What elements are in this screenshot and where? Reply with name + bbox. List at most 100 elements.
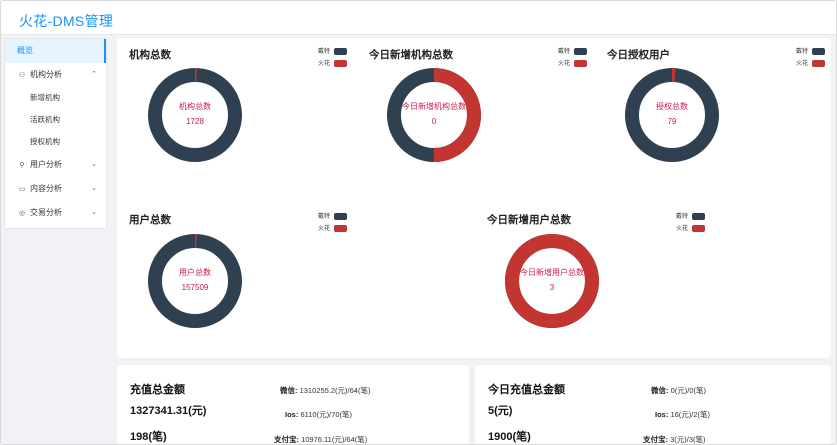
- donut-center-value: 79: [667, 117, 677, 126]
- legend-label: 火花: [317, 226, 330, 233]
- donut-charts-card: 机构总数 戴特 火花 机构总数 1728 今日新增机构总数 戴特 火花 今日新增…: [117, 38, 831, 358]
- today-amount: 5(元): [488, 405, 513, 417]
- app-title[interactable]: 火花-DMS管理: [19, 11, 113, 31]
- alipay-label: 支付宝:: [643, 435, 668, 444]
- donut-chart[interactable]: [384, 65, 484, 165]
- total-amount: 1327341.31(元): [130, 405, 207, 417]
- donut-center-label: 今日新增用户总数: [520, 268, 584, 277]
- alipay-line: 支付宝: 10976.11(元)/64(笔): [274, 434, 368, 444]
- legend-swatch: [334, 60, 347, 67]
- sidebar-item-user-analysis[interactable]: ⚲ 用户分析 ⌄: [5, 153, 106, 177]
- sidebar-item-trade-analysis[interactable]: ◎ 交易分析 ⌄: [5, 201, 106, 225]
- donut-panel-org-total: 机构总数 戴特 火花 机构总数 1728: [117, 38, 357, 198]
- sidebar-subitem-active-orgs[interactable]: 活跃机构: [5, 109, 106, 131]
- donut-center-label: 今日新增机构总数: [402, 102, 466, 111]
- sidebar-item-label: 机构分析: [30, 70, 62, 79]
- legend-swatch: [334, 225, 347, 232]
- ios-label: Ios:: [285, 410, 299, 419]
- alipay-value: 10976.11(元)/64(笔): [301, 435, 368, 444]
- legend-label: 戴特: [795, 49, 808, 56]
- wechat-line: 微信: 1310255.2(元)/64(笔): [280, 385, 370, 396]
- donut-slice-a[interactable]: [148, 68, 242, 162]
- user-icon: ⚲: [19, 162, 25, 169]
- donut-center-label: 机构总数: [179, 102, 211, 111]
- donut-chart[interactable]: [502, 231, 602, 331]
- legend-item-a[interactable]: 戴特: [695, 48, 825, 60]
- chevron-down-icon: ⌄: [91, 185, 97, 192]
- total-count: 198(笔): [130, 431, 167, 443]
- donut-center-label: 授权总数: [656, 102, 688, 111]
- legend-item-a[interactable]: 戴特: [217, 213, 347, 225]
- panel-title: 今日授权用户: [607, 49, 670, 61]
- sidebar-item-org-analysis[interactable]: ⚇ 机构分析 ⌃: [5, 63, 106, 87]
- wechat-value: 0(元)/0(笔): [670, 386, 707, 395]
- legend-label: 火花: [317, 61, 330, 68]
- legend-item-a[interactable]: 戴特: [457, 48, 587, 60]
- legend-swatch: [692, 225, 705, 232]
- donut-slice-b[interactable]: [505, 234, 599, 328]
- alipay-value: 3(元)/3(笔): [670, 435, 706, 444]
- top-header: 火花-DMS管理: [1, 1, 836, 35]
- panel-title: 用户总数: [129, 214, 171, 226]
- panel-title: 机构总数: [129, 49, 171, 61]
- ios-line: Ios: 16(元)/2(笔): [655, 409, 710, 420]
- legend-label: 戴特: [317, 214, 330, 221]
- donut-center-value: 3: [549, 283, 555, 292]
- donut-panel-today-authorized-users: 今日授权用户 戴特 火花 授权总数 79: [595, 38, 835, 198]
- donut-panel-today-new-users: 今日新增用户总数 戴特 火花 今日新增用户总数 3: [475, 203, 715, 363]
- legend-swatch: [574, 48, 587, 55]
- ios-value: 16(元)/2(笔): [670, 410, 711, 419]
- wechat-line: 微信: 0(元)/0(笔): [651, 385, 706, 396]
- org-icon: ⚇: [18, 72, 26, 79]
- donut-chart[interactable]: [145, 231, 245, 331]
- coin-icon: ◎: [18, 210, 26, 217]
- alipay-label: 支付宝:: [274, 435, 299, 444]
- sidebar-menu: 概览 ⚇ 机构分析 ⌃ 新增机构 活跃机构 授权机构 ⚲ 用户分析 ⌄ ▭ 内容分析 …: [4, 38, 107, 229]
- legend-swatch: [334, 48, 347, 55]
- legend-item-a[interactable]: 戴特: [217, 48, 347, 60]
- sidebar-item-label: 交易分析: [30, 208, 62, 217]
- ios-label: Ios:: [655, 410, 669, 419]
- laptop-icon: ▭: [18, 186, 26, 193]
- ios-value: 6110(元)/70(笔): [300, 410, 352, 419]
- donut-panel-today-new-orgs: 今日新增机构总数 戴特 火花 今日新增机构总数 0: [357, 38, 597, 198]
- recharge-total-card: 充值总金额 1327341.31(元) 198(笔) 微信: 1310255.2…: [117, 365, 469, 444]
- panel-title: 今日新增机构总数: [369, 49, 453, 61]
- legend-label: 戴特: [317, 49, 330, 56]
- legend-swatch: [812, 60, 825, 67]
- ios-line: Ios: 6110(元)/70(笔): [285, 409, 352, 420]
- sidebar-subitem-authorized-orgs[interactable]: 授权机构: [5, 131, 106, 153]
- legend-item-a[interactable]: 戴特: [575, 213, 705, 225]
- sidebar-item-overview[interactable]: 概览: [5, 39, 106, 63]
- legend-label: 戴特: [675, 214, 688, 221]
- card-title: 充值总金额: [130, 384, 185, 396]
- wechat-label: 微信:: [280, 386, 298, 395]
- wechat-label: 微信:: [651, 386, 669, 395]
- panel-title: 今日新增用户总数: [487, 214, 571, 226]
- card-title: 今日充值总金额: [488, 384, 565, 396]
- legend-label: 火花: [795, 61, 808, 68]
- chevron-down-icon: ⌄: [91, 161, 97, 168]
- legend-swatch: [574, 60, 587, 67]
- legend-swatch: [334, 213, 347, 220]
- legend-label: 戴特: [557, 49, 570, 56]
- donut-chart[interactable]: [622, 65, 722, 165]
- donut-chart[interactable]: [145, 65, 245, 165]
- donut-slice-a[interactable]: [625, 68, 719, 162]
- legend-swatch: [692, 213, 705, 220]
- sidebar-subitem-new-orgs[interactable]: 新增机构: [5, 87, 106, 109]
- legend-swatch: [812, 48, 825, 55]
- wechat-value: 1310255.2(元)/64(笔): [299, 386, 371, 395]
- legend-label: 火花: [557, 61, 570, 68]
- donut-slice-a[interactable]: [148, 234, 242, 328]
- app-window: 火花-DMS管理 概览 ⚇ 机构分析 ⌃ 新增机构 活跃机构 授权机构 ⚲ 用户分析…: [0, 0, 837, 445]
- donut-panel-user-total: 用户总数 戴特 火花 用户总数 157509: [117, 203, 357, 363]
- chevron-down-icon: ⌄: [91, 209, 97, 216]
- recharge-today-card: 今日充值总金额 5(元) 1900(笔) 微信: 0(元)/0(笔) Ios: …: [475, 365, 831, 444]
- today-count: 1900(笔): [488, 431, 531, 443]
- sidebar-item-content-analysis[interactable]: ▭ 内容分析 ⌄: [5, 177, 106, 201]
- donut-center-value: 157509: [181, 283, 209, 292]
- donut-center-label: 用户总数: [179, 268, 211, 277]
- donut-center-value: 1728: [186, 117, 204, 126]
- sidebar-item-label: 内容分析: [30, 184, 62, 193]
